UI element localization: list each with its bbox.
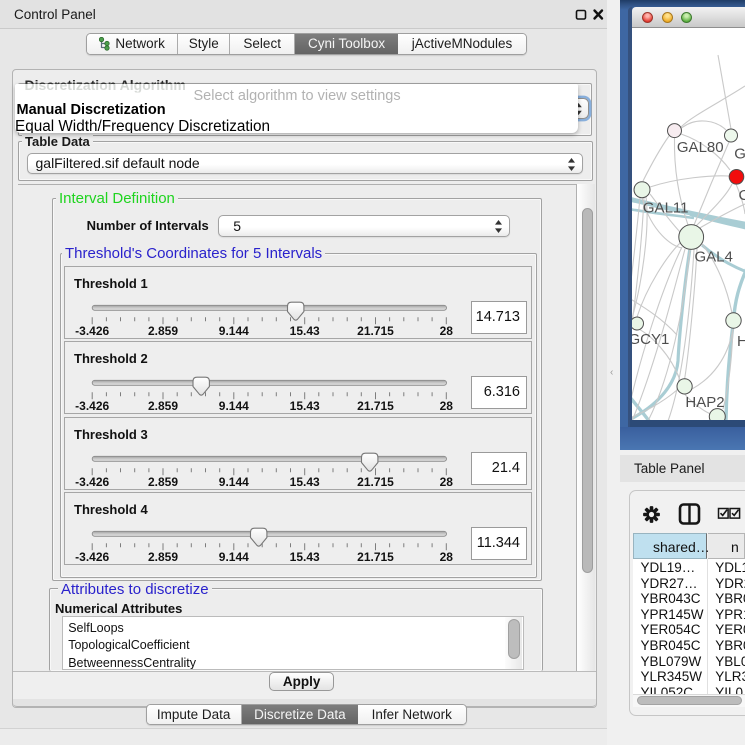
svg-text:GAL11: GAL11 xyxy=(643,199,689,216)
svg-text:HAP2: HAP2 xyxy=(685,394,724,411)
svg-text:-3.426: -3.426 xyxy=(75,324,109,338)
svg-text:2.859: 2.859 xyxy=(148,399,178,413)
svg-text:28: 28 xyxy=(440,324,454,338)
svg-text:28: 28 xyxy=(440,550,454,564)
svg-text:15.43: 15.43 xyxy=(290,475,320,489)
svg-text:GA: GA xyxy=(734,145,745,162)
svg-text:9.144: 9.144 xyxy=(219,550,249,564)
svg-text:21.715: 21.715 xyxy=(357,324,394,338)
svg-text:21.715: 21.715 xyxy=(357,399,394,413)
svg-text:21.715: 21.715 xyxy=(357,550,394,564)
svg-text:15.43: 15.43 xyxy=(290,399,320,413)
svg-text:GAL4: GAL4 xyxy=(695,248,733,265)
svg-text:-3.426: -3.426 xyxy=(75,550,109,564)
svg-text:C: C xyxy=(739,187,745,204)
svg-text:15.43: 15.43 xyxy=(290,324,320,338)
svg-text:GCY1: GCY1 xyxy=(632,331,669,348)
svg-text:-3.426: -3.426 xyxy=(75,399,109,413)
svg-text:28: 28 xyxy=(440,399,454,413)
svg-text:9.144: 9.144 xyxy=(219,324,249,338)
svg-text:GAL80: GAL80 xyxy=(677,139,724,156)
svg-text:9.144: 9.144 xyxy=(219,475,249,489)
svg-text:2.859: 2.859 xyxy=(148,550,178,564)
svg-text:2.859: 2.859 xyxy=(148,324,178,338)
svg-text:9.144: 9.144 xyxy=(219,399,249,413)
svg-text:15.43: 15.43 xyxy=(290,550,320,564)
svg-text:21.715: 21.715 xyxy=(357,475,394,489)
svg-text:28: 28 xyxy=(440,475,454,489)
svg-text:2.859: 2.859 xyxy=(148,475,178,489)
svg-text:H: H xyxy=(737,333,745,350)
svg-text:-3.426: -3.426 xyxy=(75,475,109,489)
